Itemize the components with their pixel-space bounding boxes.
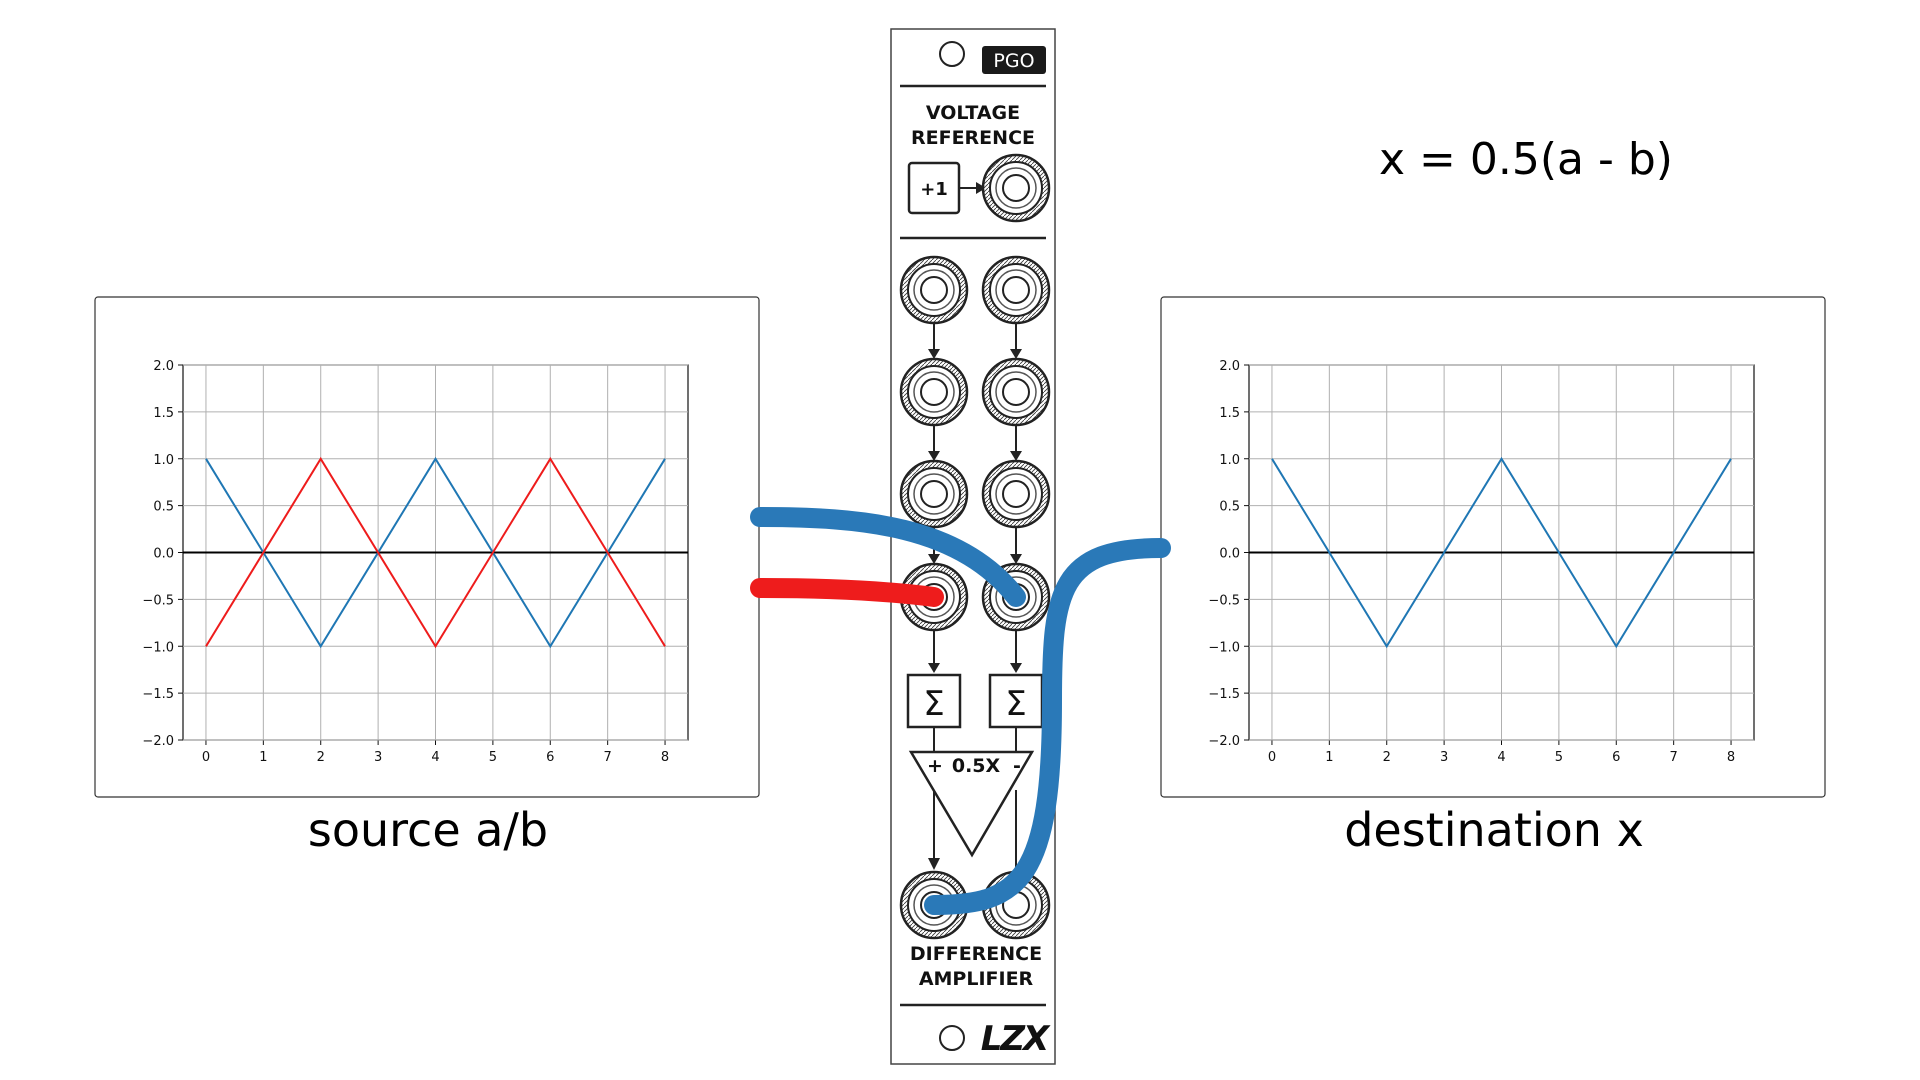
mounting-hole-top (939, 41, 965, 67)
amp-plus-label: + (927, 755, 943, 777)
tick-label-x: 8 (1727, 750, 1735, 765)
tick-label-y: 1.0 (1219, 453, 1240, 468)
amp-gain-label: 0.5X (952, 755, 1001, 777)
pgo-badge-text: PGO (993, 50, 1034, 72)
patch-jack[interactable] (981, 459, 1051, 529)
tick-label-y: −2.0 (142, 734, 174, 749)
tick-label-y: 0.0 (153, 547, 174, 562)
tick-label-x: 1 (259, 750, 267, 765)
tick-label-y: −0.5 (1208, 593, 1240, 608)
source-caption: source a/b (308, 803, 548, 857)
patch-jack[interactable] (899, 459, 969, 529)
tick-label-x: 5 (489, 750, 497, 765)
voltage-reference-title-2: REFERENCE (911, 127, 1035, 149)
tick-label-x: 6 (546, 750, 554, 765)
lzx-logo: LZX (981, 1019, 1051, 1059)
tick-label-x: 2 (317, 750, 325, 765)
tick-label-y: −2.0 (1208, 734, 1240, 749)
tick-label-x: 3 (374, 750, 382, 765)
patch-jack[interactable] (981, 357, 1051, 427)
tick-label-x: 4 (1497, 750, 1505, 765)
tick-label-x: 7 (604, 750, 612, 765)
tick-label-y: −1.0 (142, 640, 174, 655)
destination-caption: destination x (1344, 803, 1644, 857)
tick-label-y: 0.0 (1219, 547, 1240, 562)
tick-label-y: 0.5 (1219, 500, 1240, 515)
difference-amplifier-title-2: AMPLIFIER (919, 968, 1034, 990)
mounting-hole-bottom (939, 1025, 965, 1051)
tick-label-x: 4 (431, 750, 439, 765)
tick-label-x: 8 (661, 750, 669, 765)
patch-jack[interactable] (899, 255, 969, 325)
patch-jack[interactable] (981, 153, 1051, 223)
tick-label-x: 0 (1268, 750, 1276, 765)
patch-diagram: 0 1 2 3 4 5 6 7 8 2.0 1.5 1.0 0.5 0.0 −0.5 −1.0 −1.5 −2.0… (94, 28, 1826, 1065)
formula-text: x = 0.5(a - b) (1379, 134, 1673, 185)
tick-label-x: 0 (202, 750, 210, 765)
patch-jack[interactable] (981, 255, 1051, 325)
tick-label-y: 1.0 (153, 453, 174, 468)
difference-amplifier-title-1: DIFFERENCE (910, 943, 1042, 965)
tick-label-x: 2 (1383, 750, 1391, 765)
source-chart: 0 1 2 3 4 5 6 7 8 2.0 1.5 1.0 0.5 0.0 −0.5 −1.0 −1.5 −2.0 (94, 296, 760, 798)
tick-label-x: 3 (1440, 750, 1448, 765)
patch-jack[interactable] (899, 357, 969, 427)
tick-label-y: −1.5 (1208, 687, 1240, 702)
amp-minus-label: - (1013, 755, 1021, 777)
destination-plot-area: 0 1 2 3 4 5 6 7 8 2.0 1.5 1.0 0.5 0.0 −0.5 −1.0 −1.5 −2.0 (1208, 359, 1755, 765)
tick-label-y: 0.5 (153, 500, 174, 515)
tick-label-x: 6 (1612, 750, 1620, 765)
tick-label-x: 7 (1670, 750, 1678, 765)
cable-red-input-a[interactable] (750, 578, 944, 607)
tick-label-y: −0.5 (142, 593, 174, 608)
tick-label-y: 1.5 (1219, 406, 1240, 421)
destination-chart: 0 1 2 3 4 5 6 7 8 2.0 1.5 1.0 0.5 0.0 −0.5 −1.0 −1.5 −2.0 (1160, 296, 1826, 798)
plus-one-button-label: +1 (920, 179, 948, 200)
sum-symbol-left: Σ (923, 684, 944, 724)
voltage-reference-title-1: VOLTAGE (926, 102, 1020, 124)
tick-label-y: 2.0 (153, 359, 174, 374)
sum-symbol-right: Σ (1005, 684, 1026, 724)
source-plot-area: 0 1 2 3 4 5 6 7 8 2.0 1.5 1.0 0.5 0.0 −0.5 −1.0 −1.5 −2.0 (142, 359, 689, 765)
tick-label-x: 5 (1555, 750, 1563, 765)
tick-label-y: 2.0 (1219, 359, 1240, 374)
tick-label-y: 1.5 (153, 406, 174, 421)
tick-label-y: −1.0 (1208, 640, 1240, 655)
tick-label-x: 1 (1325, 750, 1333, 765)
tick-label-y: −1.5 (142, 687, 174, 702)
